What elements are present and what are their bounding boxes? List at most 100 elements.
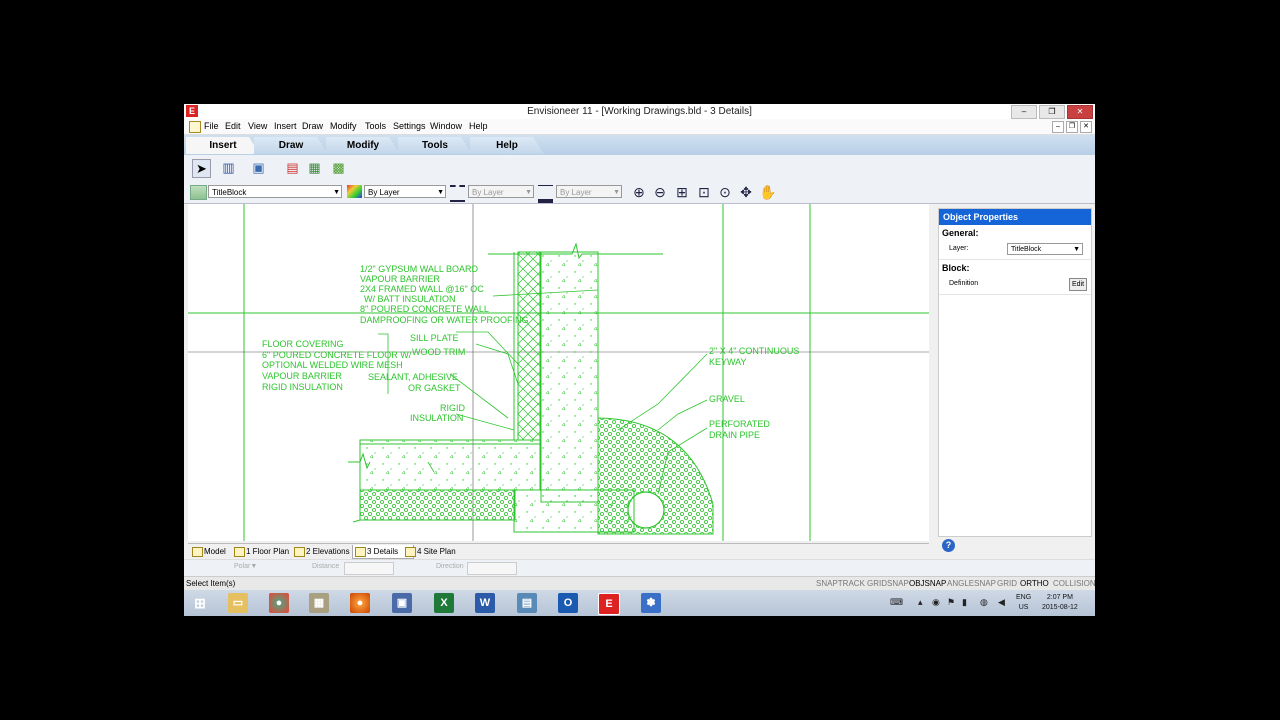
tray-expand-icon[interactable]: ▴ — [918, 597, 923, 608]
snowflake-app-icon[interactable]: ✽ — [641, 593, 661, 613]
callout-rigid-insulation-floor: RIGID INSULATION — [262, 382, 343, 392]
flag-icon[interactable]: ⚑ — [947, 597, 955, 608]
layout-tab-floor-plan[interactable]: 1 Floor Plan — [232, 545, 300, 558]
keyboard-icon[interactable]: ⌨ — [890, 597, 903, 608]
layout-tab-label: 2 Elevations — [306, 547, 350, 556]
mode-ortho[interactable]: ORTHO — [1020, 579, 1049, 588]
color-dropdown[interactable]: By Layer ▼ — [364, 185, 446, 198]
mode-gridsnap[interactable]: GRIDSNAP — [867, 579, 909, 588]
chrome-icon[interactable]: ● — [269, 593, 289, 613]
folder-icon — [405, 547, 416, 557]
envisioneer-taskbar-icon[interactable]: E — [598, 593, 620, 615]
polar-dropdown[interactable]: Polar▼ — [234, 563, 257, 570]
network-status-icon[interactable]: ◍ — [980, 597, 988, 608]
pan-arrows-icon[interactable]: ✥ — [737, 183, 755, 201]
layer-property-row: Layer: TitleBlock ▼ — [939, 241, 1091, 260]
mode-anglesnap[interactable]: ANGLESNAP — [947, 579, 996, 588]
linetype-dropdown[interactable]: By Layer ▼ — [468, 185, 534, 198]
layout-tab-label: 1 Floor Plan — [246, 547, 290, 556]
callout-gravel: GRAVEL — [709, 394, 745, 404]
windows-taskbar: ⊞ ▭ ● ▦ ● ▣ X W ▤ O E ✽ ⌨ ▴ ◉ ⚑ ▮ ◍ ◀ EN… — [184, 590, 1095, 616]
minimize-button[interactable]: – — [1011, 105, 1037, 119]
menu-help[interactable]: Help — [469, 121, 488, 131]
tab-insert[interactable]: Insert — [186, 137, 260, 154]
tab-modify[interactable]: Modify — [326, 137, 400, 154]
color-icon[interactable] — [347, 185, 362, 198]
file-explorer-icon[interactable]: ▭ — [228, 593, 248, 613]
lineweight-dropdown[interactable]: By Layer ▼ — [556, 185, 622, 198]
menu-file[interactable]: File — [204, 121, 219, 131]
model-tab-icon — [192, 547, 203, 557]
volume-icon[interactable]: ◀ — [998, 597, 1005, 608]
language-code: ENG — [1016, 594, 1032, 601]
pan-hand-icon[interactable]: ✋ — [759, 183, 777, 201]
menu-tools[interactable]: Tools — [365, 121, 386, 131]
menu-window[interactable]: Window — [430, 121, 462, 131]
region-code: US — [1018, 604, 1029, 611]
menu-view[interactable]: View — [248, 121, 267, 131]
language-indicator[interactable]: ENG US — [1016, 593, 1031, 613]
direction-input[interactable] — [467, 562, 517, 575]
insert-image-icon[interactable]: ▦ — [306, 159, 323, 176]
layer-dropdown-value: TitleBlock — [212, 188, 247, 197]
layer-dropdown[interactable]: TitleBlock ▼ — [208, 185, 342, 198]
mdi-close-button[interactable]: ✕ — [1080, 121, 1092, 133]
close-button[interactable]: ✕ — [1067, 105, 1093, 119]
title-bar: E Envisioneer 11 - [Working Drawings.bld… — [184, 104, 1095, 119]
mdi-minimize-button[interactable]: – — [1052, 121, 1064, 133]
menu-draw[interactable]: Draw — [302, 121, 323, 131]
zoom-previous-icon[interactable]: ⊙ — [716, 183, 734, 201]
outlook-icon[interactable]: O — [558, 593, 578, 613]
menu-settings[interactable]: Settings — [393, 121, 426, 131]
layer-manager-icon[interactable] — [190, 185, 207, 200]
distance-input[interactable] — [344, 562, 394, 575]
layout-tab-site-plan[interactable]: 4 Site Plan — [403, 545, 469, 558]
chrome-tray-icon[interactable]: ◉ — [932, 597, 940, 608]
menu-modify[interactable]: Modify — [330, 121, 357, 131]
mode-collision[interactable]: COLLISION — [1053, 579, 1095, 588]
clock-time: 2:07 PM — [1046, 594, 1073, 601]
mode-objsnap[interactable]: OBJSNAP — [909, 579, 946, 588]
tab-draw[interactable]: Draw — [254, 137, 328, 154]
panel-header: Object Properties — [939, 209, 1091, 225]
document-app-icon[interactable]: ▤ — [517, 593, 537, 613]
network-app-icon[interactable]: ▣ — [392, 593, 412, 613]
zoom-window-icon[interactable]: ⊡ — [695, 183, 713, 201]
help-icon[interactable]: ? — [942, 539, 955, 552]
mdi-restore-button[interactable]: ❐ — [1066, 121, 1078, 133]
excel-icon[interactable]: X — [434, 593, 454, 613]
zoom-extents-icon[interactable]: ⊞ — [673, 183, 691, 201]
polar-input-bar: Polar▼ Distance Direction — [184, 559, 1095, 576]
zoom-in-icon[interactable]: ⊕ — [630, 183, 648, 201]
insert-pdf-icon[interactable]: ▤ — [284, 159, 301, 176]
select-pointer-icon[interactable]: ➤ — [192, 159, 211, 178]
tab-help[interactable]: Help — [470, 137, 544, 154]
word-icon[interactable]: W — [475, 593, 495, 613]
windows-start-icon[interactable]: ⊞ — [190, 593, 210, 613]
insert-object-icon[interactable]: ▣ — [250, 159, 267, 176]
insert-building-icon[interactable]: ▥ — [220, 159, 237, 176]
tab-tools[interactable]: Tools — [398, 137, 472, 154]
edit-definition-button[interactable]: Edit — [1069, 278, 1087, 291]
menu-edit[interactable]: Edit — [225, 121, 241, 131]
network-icon[interactable]: ▮ — [962, 597, 967, 608]
layout-tab-label: Model — [204, 547, 226, 556]
lineweight-icon[interactable] — [538, 185, 553, 203]
menu-insert[interactable]: Insert — [274, 121, 297, 131]
zoom-out-icon[interactable]: ⊖ — [651, 183, 669, 201]
insert-landscape-icon[interactable]: ▩ — [330, 159, 347, 176]
layer-property-select[interactable]: TitleBlock ▼ — [1007, 243, 1083, 255]
firefox-icon[interactable]: ● — [350, 593, 370, 613]
app-folder-icon[interactable]: ▦ — [309, 593, 329, 613]
definition-label: Definition — [949, 280, 979, 287]
callout-insulation: INSULATION — [410, 413, 463, 423]
drawing-canvas[interactable]: 1/2" GYPSUM WALL BOARD VAPOUR BARRIER 2X… — [188, 204, 929, 541]
system-clock[interactable]: 2:07 PM 2015-08-12 — [1042, 593, 1078, 613]
layout-tabs: Model 1 Floor Plan 2 Elevations 3 Detail… — [188, 543, 929, 559]
mode-snaptrack[interactable]: SNAPTRACK — [816, 579, 865, 588]
restore-button[interactable]: ❐ — [1039, 105, 1065, 119]
callout-perforated: PERFORATED — [709, 419, 770, 429]
linetype-icon[interactable] — [450, 185, 465, 202]
mode-grid[interactable]: GRID — [997, 579, 1017, 588]
callout-sealant: SEALANT, ADHESIVE — [368, 372, 458, 382]
